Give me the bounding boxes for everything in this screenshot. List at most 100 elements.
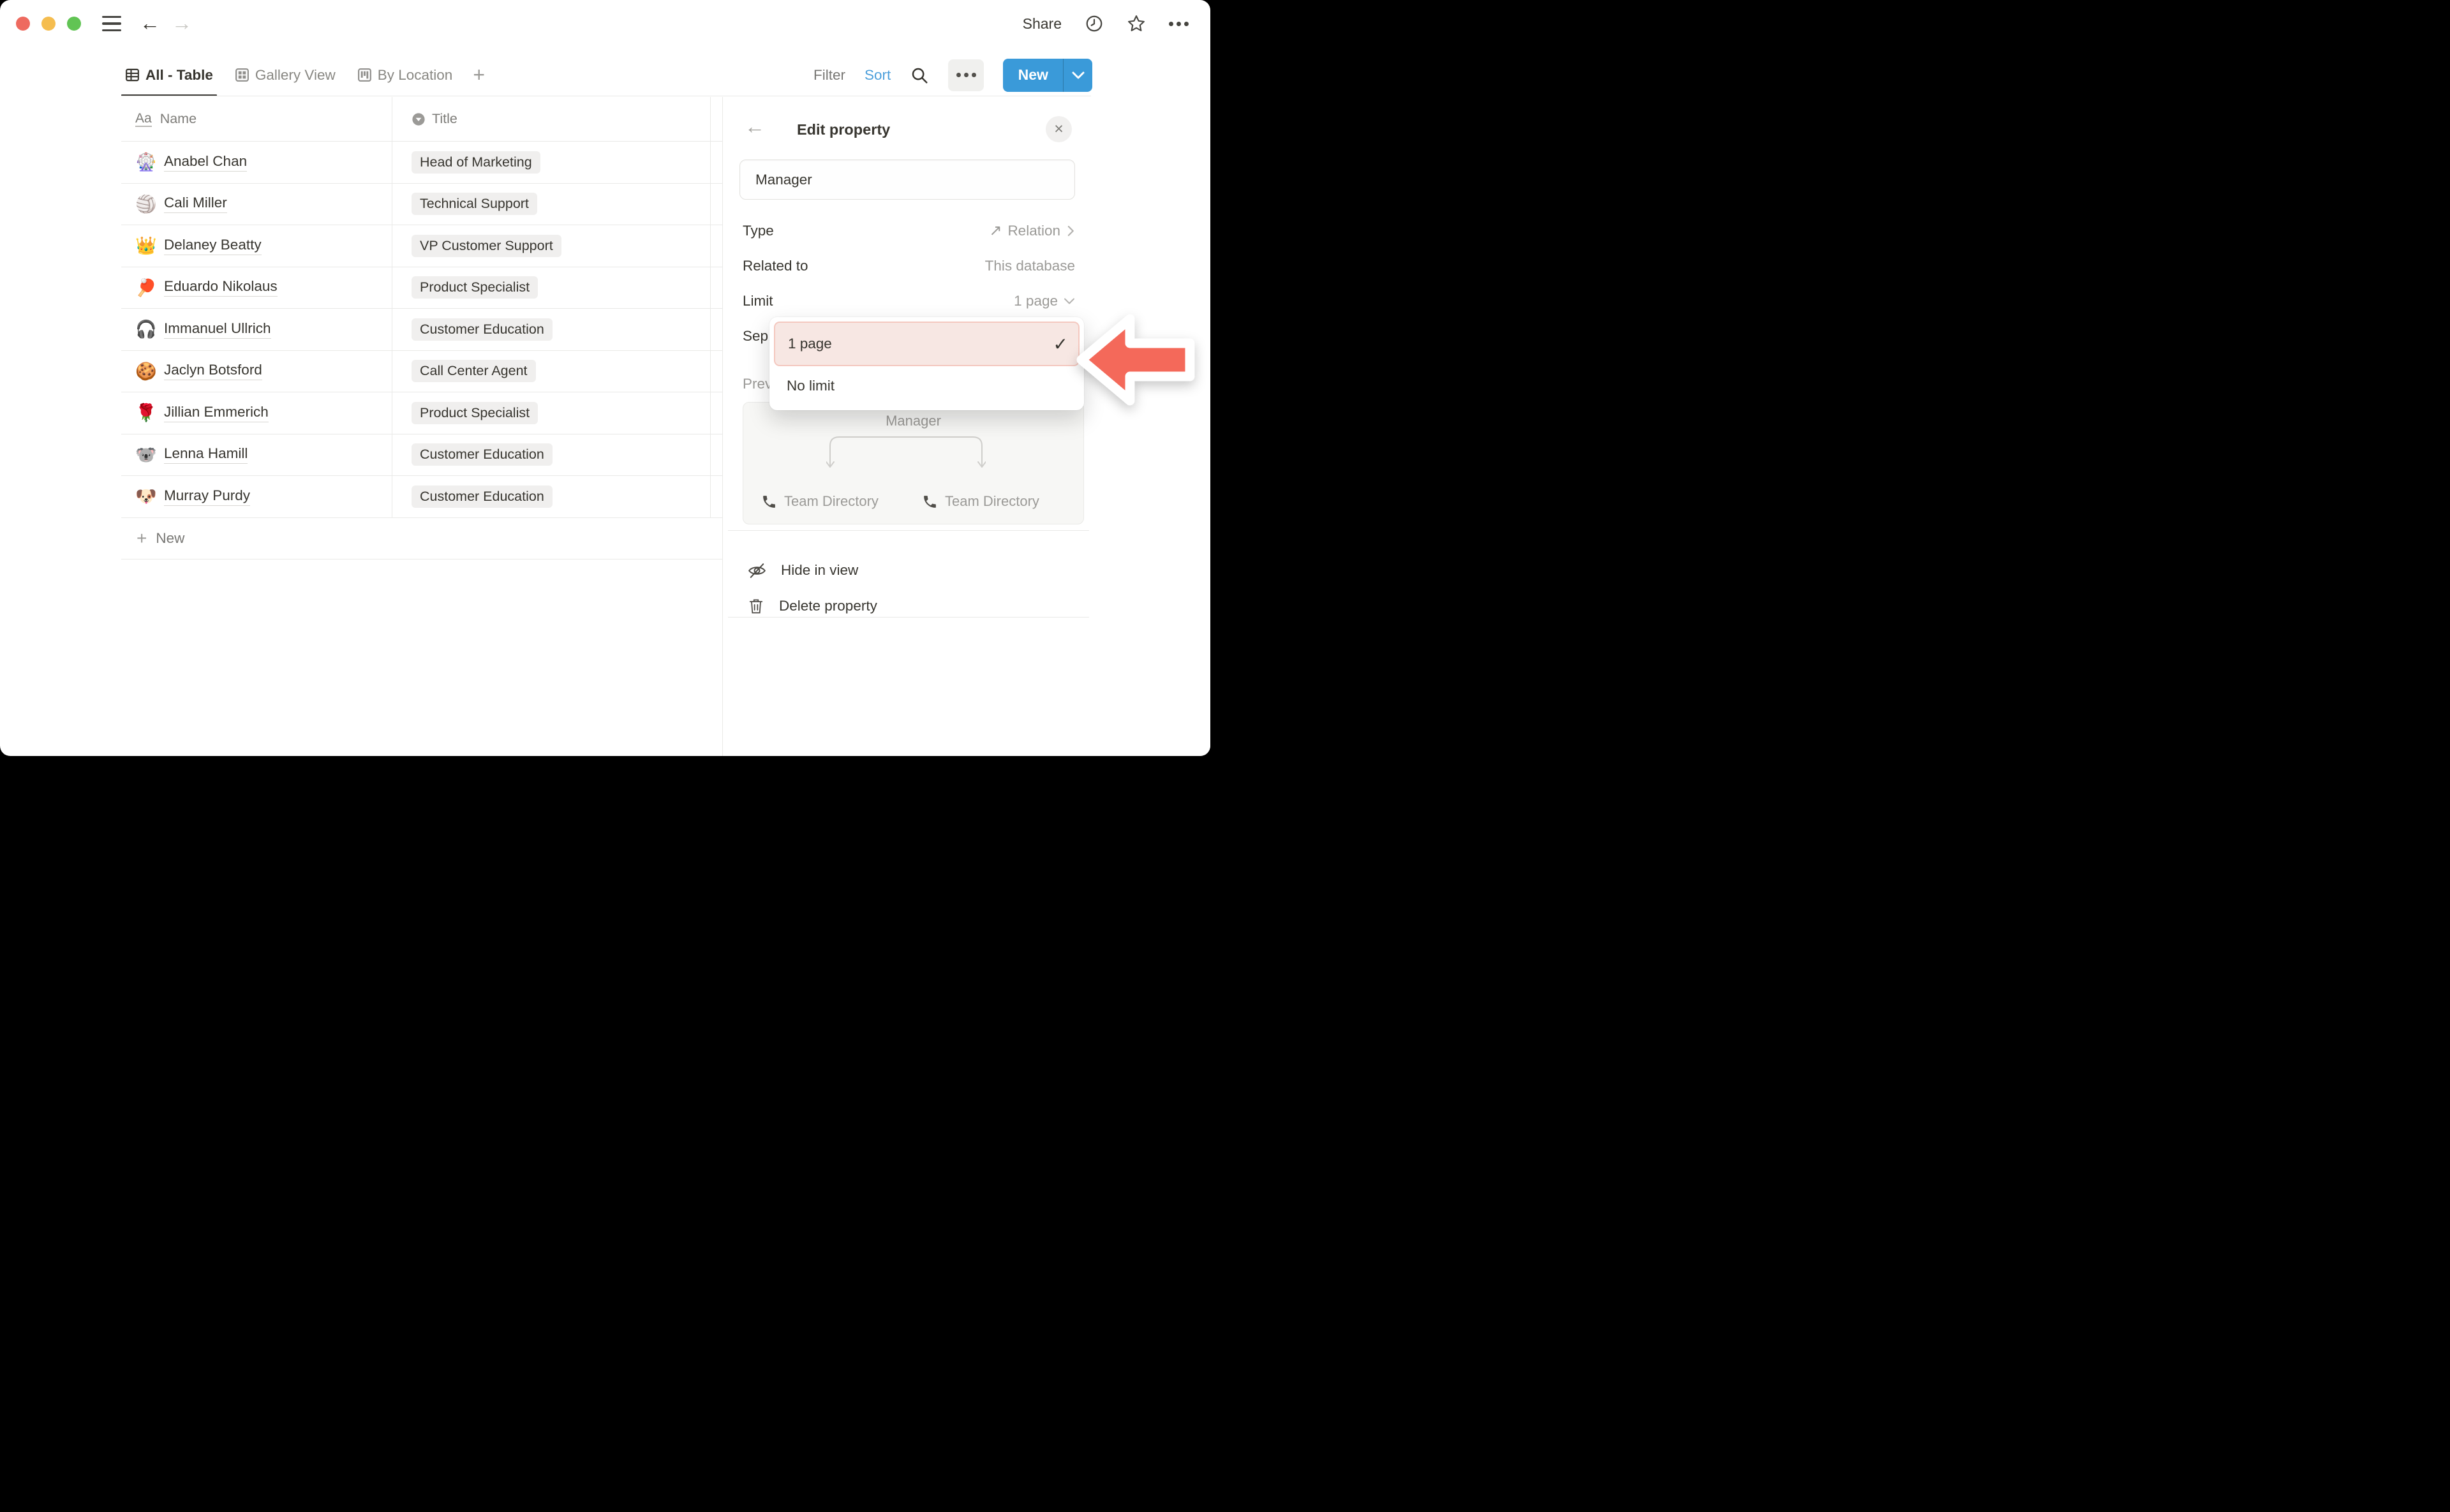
property-label: Type xyxy=(743,223,774,239)
star-icon[interactable] xyxy=(1127,14,1146,33)
table-row[interactable]: 👑 Delaney Beatty VP Customer Support xyxy=(121,225,722,267)
tab-by-location[interactable]: By Location xyxy=(353,54,457,96)
title-tag[interactable]: Customer Education xyxy=(412,485,553,508)
clock-icon[interactable] xyxy=(1085,14,1104,33)
database-table: Aa Name Title 🎡 Anabel Chan Head of Marke… xyxy=(121,97,722,560)
panel-divider xyxy=(728,617,1089,618)
eye-off-icon xyxy=(747,561,767,581)
preview-child-label: Team Directory xyxy=(945,493,1039,510)
property-name-input[interactable] xyxy=(739,159,1075,200)
title-tag[interactable]: Customer Education xyxy=(412,318,553,341)
database-toolbar: Filter Sort New xyxy=(813,54,1092,96)
title-tag[interactable]: Product Specialist xyxy=(412,276,538,299)
page-emoji: 🐨 xyxy=(135,445,156,465)
table-row[interactable]: 🏐 Cali Miller Technical Support xyxy=(121,184,722,226)
tab-all-table[interactable]: All - Table xyxy=(121,54,217,96)
new-row-button[interactable]: + New xyxy=(121,518,722,560)
table-row[interactable]: 🎧 Immanuel Ullrich Customer Education xyxy=(121,309,722,351)
property-value: This database xyxy=(985,258,1075,274)
dropdown-option-no-limit[interactable]: No limit xyxy=(774,366,1080,406)
add-view-plus-icon[interactable]: + xyxy=(470,63,487,87)
panel-divider xyxy=(728,530,1089,531)
table-row[interactable]: 🎡 Anabel Chan Head of Marketing xyxy=(121,142,722,184)
traffic-light-minimize[interactable] xyxy=(41,17,56,31)
table-row[interactable]: 🏓Eduardo Nikolaus Product Specialist xyxy=(121,267,722,309)
new-button-label[interactable]: New xyxy=(1003,59,1063,92)
property-row-type[interactable]: Type ↗ Relation xyxy=(743,213,1075,248)
page-name-link[interactable]: Murray Purdy xyxy=(164,487,250,506)
trash-icon xyxy=(747,597,765,616)
column-header-name[interactable]: Aa Name xyxy=(121,97,392,141)
property-value: Relation xyxy=(1007,223,1060,239)
column-header-title[interactable]: Title xyxy=(392,97,711,141)
panel-back-arrow-icon[interactable]: ← xyxy=(745,115,765,138)
tab-label: Gallery View xyxy=(255,67,336,84)
title-tag[interactable]: Product Specialist xyxy=(412,402,538,424)
table-row[interactable]: 🐶Murray Purdy Customer Education xyxy=(121,476,722,518)
back-arrow-icon[interactable]: ← xyxy=(140,9,160,37)
phone-icon xyxy=(922,494,938,510)
table-icon xyxy=(125,68,140,82)
table-row[interactable]: 🍪Jaclyn Botsford Call Center Agent xyxy=(121,351,722,393)
delete-property-button[interactable]: Delete property xyxy=(747,589,877,623)
dropdown-option-1-page[interactable]: 1 page ✓ xyxy=(774,322,1080,366)
page-name-link[interactable]: Jaclyn Botsford xyxy=(164,362,262,380)
tab-label: All - Table xyxy=(145,67,213,84)
page-name-link[interactable]: Immanuel Ullrich xyxy=(164,320,271,339)
new-button[interactable]: New xyxy=(1003,59,1092,92)
chevron-down-icon[interactable] xyxy=(1064,59,1092,92)
title-tag[interactable]: Call Center Agent xyxy=(412,360,536,382)
hide-in-view-button[interactable]: Hide in view xyxy=(747,554,858,587)
property-row-limit[interactable]: Limit 1 page xyxy=(743,283,1075,318)
close-icon[interactable]: × xyxy=(1046,116,1072,142)
page-name-link[interactable]: Delaney Beatty xyxy=(164,237,262,255)
table-row[interactable]: 🌹 Jillian Emmerich Product Specialist xyxy=(121,392,722,434)
page-name-link[interactable]: Lenna Hamill xyxy=(164,445,248,464)
page-emoji: 🏐 xyxy=(135,194,156,214)
property-label: Related to xyxy=(743,258,808,274)
page-emoji: 🎡 xyxy=(135,152,156,172)
title-tag[interactable]: Customer Education xyxy=(412,443,553,466)
property-row-related-to[interactable]: Related to This database xyxy=(743,248,1075,283)
view-tabs: All - Table Gallery View By Location + xyxy=(121,54,487,96)
page-name-link[interactable]: Jillian Emmerich xyxy=(164,404,269,422)
plus-icon: + xyxy=(137,528,147,549)
check-icon: ✓ xyxy=(1053,334,1068,355)
preview-child-label: Team Directory xyxy=(784,493,879,510)
title-tag[interactable]: Technical Support xyxy=(412,193,537,215)
more-options-icon[interactable] xyxy=(1169,22,1189,26)
table-row[interactable]: 🐨 Lenna Hamill Customer Education xyxy=(121,434,722,477)
forward-arrow-icon[interactable]: → xyxy=(172,9,192,37)
page-name-link[interactable]: Cali Miller xyxy=(164,195,227,213)
filter-button[interactable]: Filter xyxy=(813,67,845,84)
search-icon[interactable] xyxy=(910,66,929,85)
column-sliver xyxy=(711,97,722,141)
page-name-link[interactable]: Anabel Chan xyxy=(164,153,247,172)
board-icon xyxy=(357,68,372,82)
edit-property-panel: ← Edit property × Type ↗ Relation Relate… xyxy=(722,97,1210,756)
tab-gallery-view[interactable]: Gallery View xyxy=(231,54,339,96)
page-emoji: 🌹 xyxy=(135,403,156,423)
gallery-icon xyxy=(235,68,249,82)
title-tag[interactable]: Head of Marketing xyxy=(412,151,540,174)
page-name-link[interactable]: Eduardo Nikolaus xyxy=(164,278,278,297)
sort-button[interactable]: Sort xyxy=(865,67,891,84)
page-emoji: 👑 xyxy=(135,235,156,256)
preview-child-item: Team Directory xyxy=(761,493,879,510)
view-options-button[interactable] xyxy=(948,59,984,91)
traffic-light-close[interactable] xyxy=(16,17,30,31)
tab-label: By Location xyxy=(378,67,453,84)
traffic-light-zoom[interactable] xyxy=(67,17,81,31)
share-button[interactable]: Share xyxy=(1023,15,1062,33)
panel-title: Edit property xyxy=(797,121,890,138)
title-tag[interactable]: VP Customer Support xyxy=(412,235,561,257)
action-label: Delete property xyxy=(779,598,877,614)
red-arrow-annotation xyxy=(1075,301,1196,419)
option-label: 1 page xyxy=(788,336,832,352)
preview-child-item: Team Directory xyxy=(922,493,1039,510)
chevron-down-icon xyxy=(1064,297,1075,305)
page-emoji: 🎧 xyxy=(135,319,156,339)
sidebar-menu-icon[interactable] xyxy=(102,16,121,31)
table-header-row: Aa Name Title xyxy=(121,97,722,142)
relation-preview-card: Manager Team Directory Team Directory xyxy=(743,402,1084,524)
